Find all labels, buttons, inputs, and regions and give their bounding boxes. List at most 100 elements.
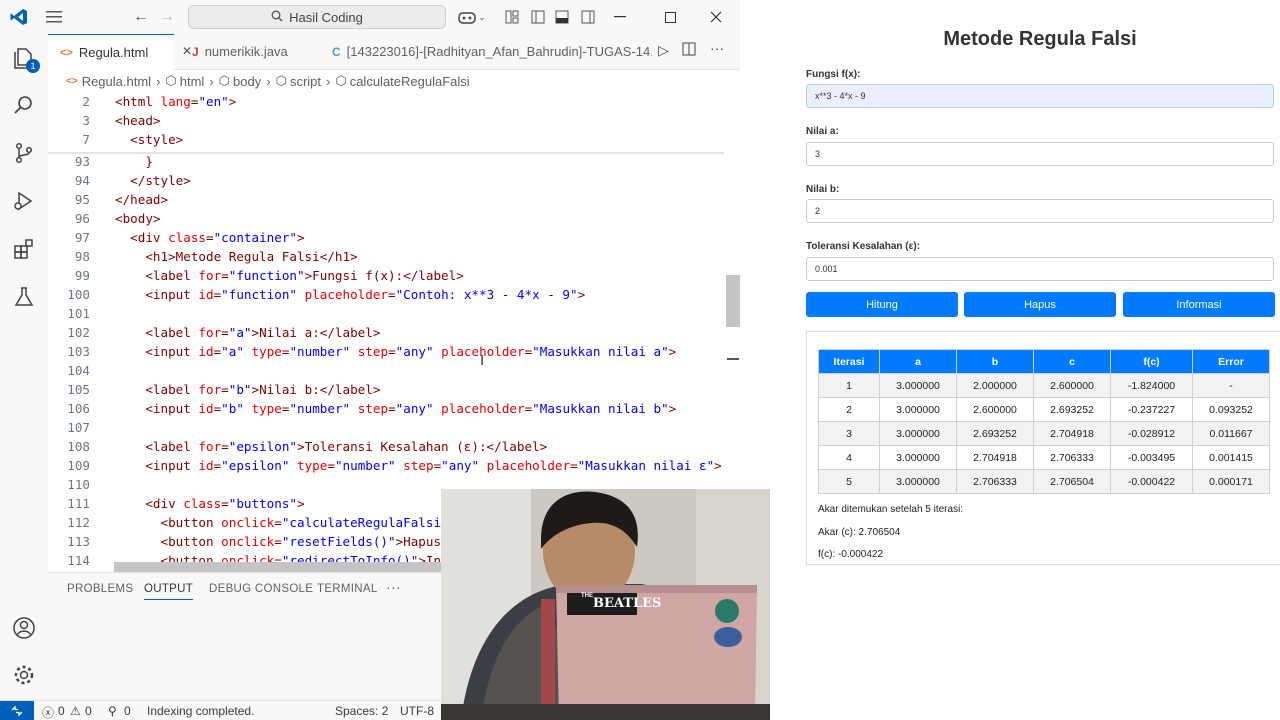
code-line[interactable]: 105 <label for="b">Nilai b:</label> [48,380,740,399]
code-line[interactable]: 93 } [48,152,740,171]
search-sidebar-icon[interactable] [10,91,38,119]
code-line[interactable]: 2 <html lang="en"> [48,92,740,111]
line-number: 109 [67,458,90,473]
code-text: } [115,154,153,169]
table-cell: 3 [818,421,880,446]
forward-arrow-icon[interactable]: → [156,6,178,28]
tab-problems[interactable]: PROBLEMS [67,583,133,595]
table-cell: 2.706504 [1033,469,1111,494]
code-line[interactable]: 3 <head> [48,111,740,130]
table-cell: -0.237227 [1110,397,1193,422]
editor-scrollbar-thumb[interactable] [726,275,740,327]
menu-icon[interactable] [42,6,66,28]
more-actions-icon[interactable]: ··· [710,40,724,56]
breadcrumb-item[interactable]: html [180,74,205,89]
code-text: <label for="b">Nilai b:</label> [115,382,381,397]
code-line[interactable]: 97 <div class="container"> [48,228,740,247]
tab-terminal[interactable]: TERMINAL [317,583,378,595]
tab-tugas-14-c[interactable]: C [143223016]-[Radhityan_Afan_Bahrudin]-… [318,34,652,69]
tab-output[interactable]: OUTPUT [144,583,194,600]
code-line[interactable]: 98 <h1>Metode Regula Falsi</h1> [48,247,740,266]
code-line[interactable]: 109 <input id="epsilon" type="number" st… [48,456,740,475]
hapus-button[interactable]: Hapus [964,292,1116,317]
nilai-a-input[interactable]: 3 [806,142,1274,166]
code-line[interactable]: 104 [48,361,740,380]
line-number: 2 [82,94,90,109]
breadcrumb-item[interactable]: script [290,74,321,89]
html-file-icon: <> [60,46,73,59]
code-line[interactable]: 103 <input id="a" type="number" step="an… [48,342,740,361]
encoding-status[interactable]: UTF-8 [400,704,434,718]
line-number: 108 [67,439,90,454]
maximize-icon[interactable] [658,6,682,28]
vscode-logo-icon [8,6,30,28]
layout-controls-icon[interactable] [502,6,522,28]
line-number: 103 [67,344,90,359]
testing-flask-icon[interactable] [10,283,38,311]
breadcrumb: <> Regula.html › ⬡ html › ⬡ body › ⬡ scr… [48,70,740,92]
code-line[interactable]: 101 [48,304,740,323]
ports-icon[interactable]: ⚲ [108,704,117,718]
table-cell: 0.001415 [1192,445,1270,470]
nilai-b-input[interactable]: 2 [806,199,1274,223]
line-number: 93 [74,154,90,169]
indentation-status[interactable]: Spaces: 2 [335,704,388,718]
code-line[interactable]: 96 <body> [48,209,740,228]
breadcrumb-item[interactable]: calculateRegulaFalsi [350,74,470,89]
code-line[interactable]: 102 <label for="a">Nilai a:</label> [48,323,740,342]
table-cell: 2.706333 [956,469,1034,494]
warning-count[interactable]: 0 [85,704,92,718]
close-icon[interactable] [704,6,728,28]
code-line[interactable]: 106 <input id="b" type="number" step="an… [48,399,740,418]
warning-icon[interactable]: ⚠ [70,704,81,718]
table-cell: 3.000000 [879,421,957,446]
settings-gear-icon[interactable] [10,661,38,689]
explorer-icon[interactable]: 1 [10,44,40,73]
breadcrumb-item[interactable]: Regula.html [82,74,151,89]
code-text: <label for="function">Fungsi f(x):</labe… [115,268,464,283]
back-arrow-icon[interactable]: ← [130,6,152,28]
code-line[interactable]: 108 <label for="epsilon">Toleransi Kesal… [48,437,740,456]
table-cell: 2.706333 [1033,445,1111,470]
source-control-icon[interactable] [10,139,38,167]
table-row: 4 3.000000 2.704918 2.706333 -0.003495 0.0014… [818,445,1270,470]
epsilon-input[interactable]: 0.001 [806,257,1274,281]
code-line[interactable]: 99 <label for="function">Fungsi f(x):</l… [48,266,740,285]
remote-icon[interactable] [0,701,34,720]
error-count[interactable]: 0 [58,704,65,718]
table-cell: -1.824000 [1110,373,1193,398]
tab-numerikik-java[interactable]: J numerikik.java [178,34,316,69]
hitung-button[interactable]: Hitung [806,292,958,317]
split-editor-icon[interactable] [682,42,696,61]
tab-regula-html[interactable]: <> Regula.html [48,34,174,70]
code-text: <h1>Metode Regula Falsi</h1> [115,249,358,264]
informasi-button[interactable]: Informasi [1123,292,1275,317]
panel-more-icon[interactable]: ··· [386,579,401,595]
code-line[interactable]: 107 [48,418,740,437]
run-file-icon[interactable]: ▷ [658,42,669,59]
cube-icon: ⬡ [165,73,177,88]
function-input[interactable]: x**3 - 4*x - 9 [806,84,1274,108]
code-line[interactable]: 7 <style> [48,130,740,149]
line-number: 104 [67,363,90,378]
command-center-search[interactable]: Hasil Coding [188,5,446,29]
ports-count[interactable]: 0 [124,704,131,718]
line-number: 112 [67,515,90,530]
code-line[interactable]: 94 </style> [48,171,740,190]
horizontal-scrollbar-thumb[interactable] [114,562,444,572]
minimize-icon[interactable] [608,6,632,28]
table-header-cell: Iterasi [818,349,880,374]
toggle-secondary-sidebar-icon[interactable] [578,6,598,28]
toggle-sidebar-icon[interactable] [528,6,548,28]
code-line[interactable]: 95 </head> [48,190,740,209]
copilot-icon[interactable]: ⌄ [456,6,488,28]
account-icon[interactable] [10,614,38,642]
code-line[interactable]: 100 <input id="function" placeholder="Co… [48,285,740,304]
toggle-panel-icon[interactable] [552,6,572,28]
extensions-icon[interactable] [10,235,38,263]
cube-icon: ⬡ [218,73,231,88]
run-debug-icon[interactable] [10,187,38,215]
error-icon[interactable]: ⓧ [42,704,54,720]
tab-debug-console[interactable]: DEBUG CONSOLE [209,583,313,595]
breadcrumb-item[interactable]: body [233,74,261,89]
